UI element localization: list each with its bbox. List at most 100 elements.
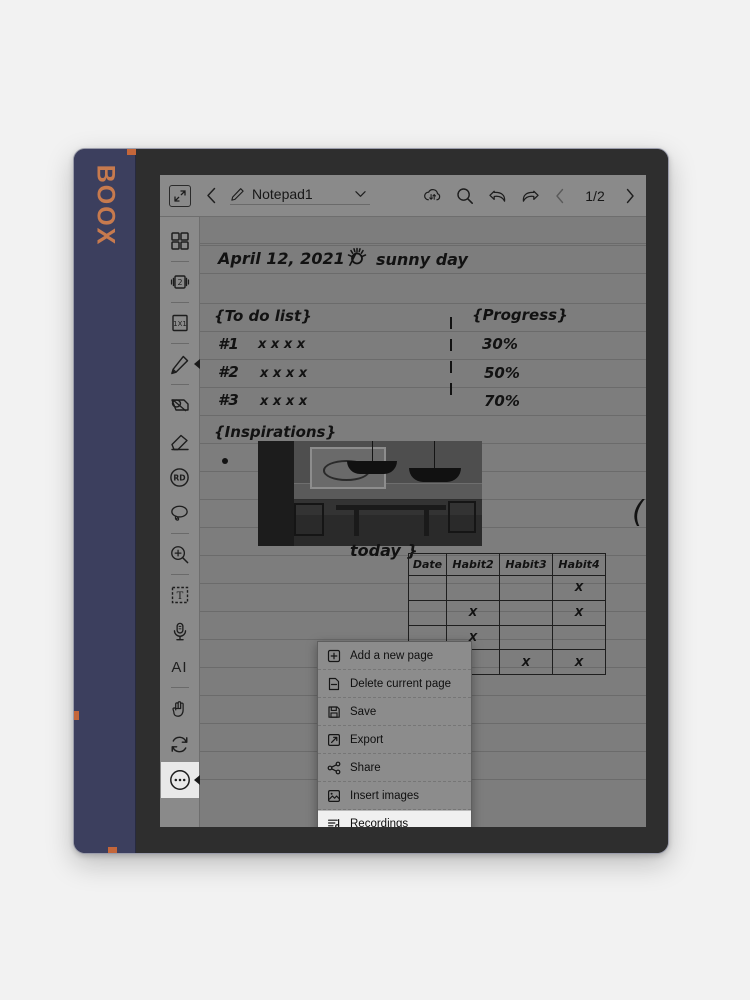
accent-marker-bottom xyxy=(108,847,117,853)
todo-task: x x x x xyxy=(260,394,308,409)
menu-item-label: Save xyxy=(350,705,377,718)
insert-image-icon xyxy=(326,788,341,803)
rail-divider xyxy=(170,261,189,262)
sidebar-item-rd[interactable]: RD xyxy=(161,459,199,495)
menu-item-save[interactable]: Save xyxy=(318,698,471,726)
screenshot-stage: BOOX Notepad1 1/2 2 1X1 RD T AI April 12… xyxy=(0,0,750,1000)
table-header-row: Date Habit2 Habit3 Habit4 xyxy=(407,553,606,576)
sidebar-item-one-by-one[interactable]: 1X1 xyxy=(161,305,199,341)
cloud-sync-icon[interactable] xyxy=(423,187,442,204)
todo-number: #1 xyxy=(218,335,239,353)
column-header: Habit2 xyxy=(446,553,501,576)
menu-item-label: Recordings xyxy=(350,818,409,827)
expand-icon[interactable] xyxy=(169,184,191,207)
sidebar-item-pen[interactable] xyxy=(161,346,199,382)
sidebar-item-more-options[interactable] xyxy=(160,762,199,798)
sidebar-item-pan[interactable] xyxy=(161,690,199,726)
back-button[interactable] xyxy=(205,187,218,204)
tool-rail: 2 1X1 RD T AI xyxy=(160,217,200,827)
hand-icon xyxy=(169,698,190,719)
menu-item-export[interactable]: Export xyxy=(318,726,471,754)
sidebar-item-text-box[interactable]: T xyxy=(161,577,199,613)
cell xyxy=(446,575,501,601)
todo-task: x x x x xyxy=(258,337,306,352)
sidebar-item-grid-layout[interactable] xyxy=(161,223,199,259)
redo-icon[interactable] xyxy=(521,187,540,204)
share-icon xyxy=(326,760,341,775)
svg-text:RD: RD xyxy=(173,473,185,482)
menu-item-label: Export xyxy=(350,733,384,746)
column-header: Habit3 xyxy=(499,553,553,576)
cell: X xyxy=(552,575,606,601)
device-screen: Notepad1 1/2 2 1X1 RD T AI April 12, 202… xyxy=(136,149,668,853)
cell xyxy=(499,624,553,651)
table-row: X xyxy=(407,575,606,601)
rail-divider xyxy=(170,343,189,344)
add-page-icon xyxy=(326,648,341,663)
pencil-icon xyxy=(230,187,245,202)
todo-number: #2 xyxy=(218,363,239,381)
bullet-point xyxy=(222,458,228,464)
sidebar-item-highlighter[interactable] xyxy=(161,387,199,423)
menu-item-delete-page[interactable]: Delete current page xyxy=(318,670,471,698)
sidebar-item-eraser[interactable] xyxy=(161,423,199,459)
menu-item-add-page[interactable]: Add a new page xyxy=(318,642,471,670)
todo-progress: 50% xyxy=(484,364,520,382)
note-progress-heading: {Progress} xyxy=(472,306,568,324)
note-column-divider xyxy=(450,317,452,403)
prev-page-button[interactable] xyxy=(554,188,566,204)
sidebar-item-page-manager[interactable]: 2 xyxy=(161,264,199,300)
cell xyxy=(499,575,553,601)
rail-divider xyxy=(170,533,189,534)
cell: X xyxy=(552,649,606,675)
sidebar-item-ai[interactable]: AI xyxy=(161,649,199,685)
pencil-icon xyxy=(169,354,190,375)
note-canvas[interactable]: April 12, 2021 / sunny day {To do list} … xyxy=(200,217,646,827)
note-date-line: April 12, 2021 / xyxy=(218,249,357,268)
cell: X xyxy=(499,649,553,675)
more-options-icon xyxy=(169,769,191,791)
menu-item-label: Share xyxy=(350,761,381,774)
sidebar-item-record[interactable] xyxy=(161,613,199,649)
todo-progress: 70% xyxy=(484,392,520,410)
device-spine: BOOX xyxy=(74,149,136,853)
rail-divider xyxy=(170,384,189,385)
undo-icon[interactable] xyxy=(488,187,507,204)
top-toolbar: Notepad1 1/2 xyxy=(160,175,646,217)
rail-divider xyxy=(170,574,189,575)
menu-item-insert-images[interactable]: Insert images xyxy=(318,782,471,810)
sidebar-item-refresh[interactable] xyxy=(161,726,199,762)
export-icon xyxy=(326,732,341,747)
chevron-down-icon[interactable] xyxy=(355,190,370,198)
next-page-button[interactable] xyxy=(624,188,636,204)
cell: X xyxy=(552,599,606,626)
zoom-icon xyxy=(169,544,190,565)
document-title-field[interactable]: Notepad1 xyxy=(230,186,370,205)
boox-device: BOOX Notepad1 1/2 2 1X1 RD T AI April 12… xyxy=(73,148,669,854)
menu-item-share[interactable]: Share xyxy=(318,754,471,782)
rail-divider xyxy=(170,687,189,688)
inserted-image[interactable] xyxy=(258,441,482,546)
column-header: Date xyxy=(407,553,448,576)
note-todo-heading: {To do list} xyxy=(214,307,312,325)
grid-layout-icon xyxy=(170,231,190,251)
search-icon[interactable] xyxy=(456,187,474,205)
recordings-icon xyxy=(326,817,341,827)
todo-task: x x x x xyxy=(260,366,308,381)
microphone-icon xyxy=(170,621,190,642)
document-title: Notepad1 xyxy=(252,186,313,202)
lasso-icon xyxy=(169,503,190,524)
page-indicator: 1/2 xyxy=(585,187,605,204)
highlighter-icon xyxy=(169,395,191,415)
todo-progress: 30% xyxy=(482,335,518,353)
sidebar-item-lasso[interactable] xyxy=(161,495,199,531)
boox-brand-label: BOOX xyxy=(91,164,119,247)
toolbar-actions: 1/2 xyxy=(423,187,646,205)
menu-item-recordings[interactable]: Recordings xyxy=(318,810,471,827)
accent-marker-top xyxy=(127,149,136,155)
todo-number: #3 xyxy=(218,391,239,409)
cell xyxy=(499,599,553,626)
menu-item-label: Delete current page xyxy=(350,677,452,690)
sidebar-item-zoom[interactable] xyxy=(161,536,199,572)
column-header: Habit4 xyxy=(552,553,606,576)
